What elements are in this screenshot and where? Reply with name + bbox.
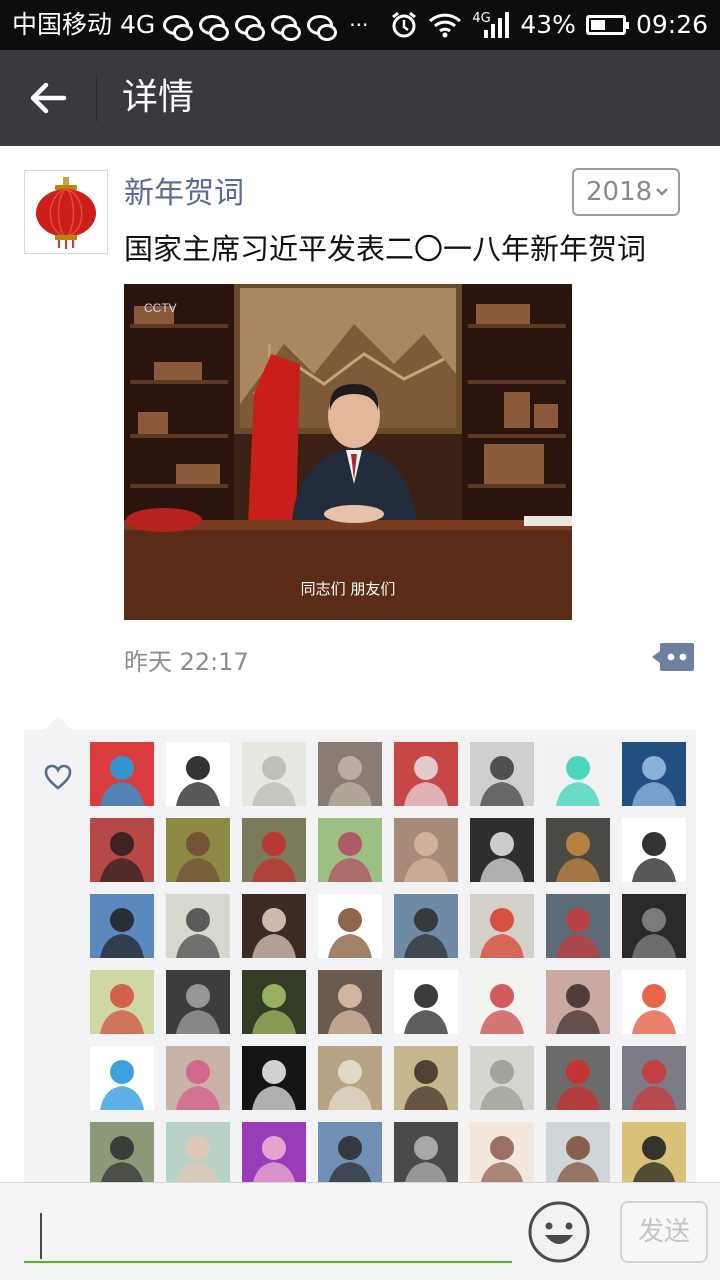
page-title: 详情 <box>122 77 195 118</box>
liker-avatar-desk-man[interactable] <box>622 1046 686 1110</box>
text-cursor <box>40 1213 42 1259</box>
liker-avatar-selfie-girl[interactable] <box>394 818 458 882</box>
wechat-icon <box>199 15 230 41</box>
liker-avatar-glasses-man[interactable] <box>394 894 458 958</box>
signal-icon: 4G <box>472 10 510 40</box>
liker-avatar-doraemon[interactable] <box>90 742 154 806</box>
liker-avatar-dark-sea[interactable] <box>166 970 230 1034</box>
liker-avatar-toy-red[interactable] <box>470 894 534 958</box>
liker-avatar-girl-hat[interactable] <box>394 1046 458 1110</box>
liker-avatar-wedding[interactable] <box>394 742 458 806</box>
title-bar: 详情 <box>0 50 720 146</box>
liker-avatar-camera[interactable] <box>242 970 306 1034</box>
liker-avatar-room-photo[interactable] <box>318 742 382 806</box>
arrow-left-icon <box>30 82 67 114</box>
liker-avatar-panda[interactable] <box>166 742 230 806</box>
liker-avatar-kaboom[interactable] <box>622 970 686 1034</box>
video-frame-image: CCTV <box>124 284 572 620</box>
liker-avatar-oohyo-kid[interactable] <box>622 1122 686 1186</box>
battery-icon <box>585 15 629 35</box>
liker-avatar-curly-doll[interactable] <box>394 1122 458 1186</box>
likes-panel <box>24 716 696 1262</box>
liker-avatar-snow-path[interactable] <box>470 1046 534 1110</box>
liker-avatar-tiger[interactable] <box>546 818 610 882</box>
battery-percent: 43% <box>520 10 576 39</box>
comment-dots-icon <box>652 643 694 671</box>
liker-avatar-smoking-man[interactable] <box>622 894 686 958</box>
liker-avatar-street-girl[interactable] <box>470 742 534 806</box>
status-left: 中国移动 4G ··· <box>12 0 368 50</box>
emoji-button[interactable] <box>528 1201 590 1263</box>
liker-avatar-drawn-girl[interactable] <box>166 1122 230 1186</box>
comment-input-bar: 发送 <box>0 1182 720 1280</box>
account-avatar[interactable] <box>24 170 108 254</box>
liker-avatar-reindeer[interactable] <box>470 970 534 1034</box>
wechat-icon <box>271 15 302 41</box>
liker-avatar-maruko[interactable] <box>90 970 154 1034</box>
video-thumbnail[interactable]: CCTV 同志们 朋友们 <box>124 284 572 620</box>
chevron-down-icon <box>654 170 670 231</box>
liker-avatar-car-night[interactable] <box>622 742 686 806</box>
account-name[interactable]: 新年贺词 <box>124 168 244 212</box>
comment-input[interactable] <box>24 1205 512 1263</box>
liker-avatar-dj-sketch[interactable] <box>242 1046 306 1110</box>
status-right: 4G 43% 09:26 <box>380 0 708 50</box>
video-subtitle: 同志们 朋友们 <box>300 580 396 598</box>
back-button[interactable] <box>20 70 76 126</box>
post-timestamp: 昨天 22:17 <box>124 648 249 676</box>
status-bar: 中国移动 4G ··· 4G 43% 09:26 <box>0 0 720 50</box>
smile-face-icon <box>528 1201 590 1263</box>
liker-avatar-monkey-toy[interactable] <box>318 1046 382 1110</box>
liker-avatar-christmas-walk[interactable] <box>242 818 306 882</box>
liker-avatar-santa-hat[interactable] <box>546 894 610 958</box>
alarm-icon <box>392 11 417 38</box>
cctv-watermark: CCTV <box>144 301 177 315</box>
send-button[interactable]: 发送 <box>620 1201 708 1263</box>
clock: 09:26 <box>635 10 708 39</box>
carrier-label: 中国移动 4G <box>12 10 156 39</box>
liker-avatar-man-portrait[interactable] <box>546 1122 610 1186</box>
year-filter-value: 2018 <box>586 177 653 207</box>
liker-avatar-pink-dress[interactable] <box>166 1046 230 1110</box>
liker-avatar-baby-hat[interactable] <box>318 818 382 882</box>
liker-avatar-man-standing[interactable] <box>318 1122 382 1186</box>
liker-avatar-girl-smile[interactable] <box>318 970 382 1034</box>
liker-avatar-letter-c[interactable] <box>546 742 610 806</box>
liker-avatar-cartoon-girl[interactable] <box>622 818 686 882</box>
wechat-icon <box>163 15 194 41</box>
liker-avatar-great-wall[interactable] <box>166 818 230 882</box>
liker-avatar-white-cat[interactable] <box>470 818 534 882</box>
liker-avatar-anime-girl[interactable] <box>470 1122 534 1186</box>
liker-avatar-red-scarf[interactable] <box>546 1046 610 1110</box>
year-filter-select[interactable]: 2018 <box>572 168 680 216</box>
wechat-icon <box>307 15 338 41</box>
liker-avatar-opera[interactable] <box>242 894 306 958</box>
wechat-notification-icons <box>163 15 343 41</box>
more-notifications: ··· <box>349 13 369 37</box>
liker-avatar-girl-sketch[interactable] <box>242 742 306 806</box>
comment-button[interactable] <box>652 642 694 672</box>
liker-avatar-girl-glasses[interactable] <box>90 894 154 958</box>
liker-avatar-pink-girl[interactable] <box>546 970 610 1034</box>
liker-avatar-doraemon-2[interactable] <box>90 1046 154 1110</box>
liker-avatar-girl-outdoor[interactable] <box>90 1122 154 1186</box>
liker-avatar-cartoon-boy[interactable] <box>318 894 382 958</box>
liker-avatar-fluffy-pink[interactable] <box>242 1122 306 1186</box>
post-title: 国家主席习近平发表二〇一八年新年贺词 <box>124 232 647 266</box>
wechat-icon <box>235 15 266 41</box>
lantern-icon <box>36 177 96 249</box>
title-divider <box>96 74 97 122</box>
liker-avatar-cartoon-cake[interactable] <box>394 970 458 1034</box>
heart-outline-icon <box>44 764 72 790</box>
liker-avatar-back-hair[interactable] <box>90 818 154 882</box>
wifi-icon <box>429 13 462 38</box>
liker-avatar-doodle[interactable] <box>166 894 230 958</box>
